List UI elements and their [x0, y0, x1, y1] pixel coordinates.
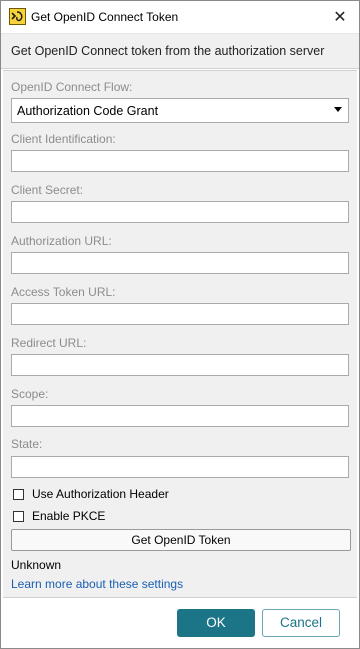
close-icon: ✕ — [333, 9, 347, 26]
flow-select-value: Authorization Code Grant — [17, 104, 159, 118]
access-token-url-label: Access Token URL: — [11, 285, 116, 299]
dropdown-arrow-icon — [334, 107, 342, 112]
scope-field[interactable] — [11, 405, 349, 427]
dialog-description-bar: Get OpenID Connect token from the author… — [1, 33, 359, 69]
access-token-url-field[interactable] — [11, 303, 349, 325]
close-button[interactable]: ✕ — [327, 5, 353, 29]
enable-pkce-option[interactable]: Enable PKCE — [13, 508, 105, 524]
settings-panel: OpenID Connect Flow: Authorization Code … — [3, 70, 357, 598]
get-openid-token-button[interactable]: Get OpenID Token — [11, 529, 351, 551]
token-status: Unknown — [11, 558, 62, 572]
flow-select[interactable]: Authorization Code Grant — [11, 98, 349, 123]
use-auth-header-label: Use Authorization Header — [32, 487, 169, 501]
client-id-label: Client Identification: — [11, 132, 116, 146]
client-secret-label: Client Secret: — [11, 183, 84, 197]
use-auth-header-option[interactable]: Use Authorization Header — [13, 486, 169, 502]
redirect-url-label: Redirect URL: — [11, 336, 87, 350]
state-label: State: — [11, 437, 43, 451]
use-auth-header-checkbox[interactable] — [13, 488, 24, 500]
ok-button[interactable]: OK — [177, 609, 255, 637]
title-bar: Get OpenID Connect Token ✕ — [1, 1, 359, 33]
scope-label: Scope: — [11, 387, 49, 401]
flow-label: OpenID Connect Flow: — [11, 80, 133, 94]
state-field[interactable] — [11, 456, 349, 478]
learn-more-link[interactable]: Learn more about these settings — [11, 577, 183, 591]
app-logo-icon — [9, 8, 26, 25]
client-secret-field[interactable] — [11, 201, 349, 223]
client-id-field[interactable] — [11, 150, 349, 172]
auth-url-label: Authorization URL: — [11, 234, 112, 248]
enable-pkce-checkbox[interactable] — [13, 510, 24, 522]
window-title: Get OpenID Connect Token — [31, 10, 179, 24]
auth-url-field[interactable] — [11, 252, 349, 274]
dialog-description: Get OpenID Connect token from the author… — [11, 44, 325, 58]
dialog-window: Get OpenID Connect Token ✕ Get OpenID Co… — [0, 0, 360, 649]
redirect-url-field[interactable] — [11, 354, 349, 376]
enable-pkce-label: Enable PKCE — [32, 509, 106, 523]
cancel-button[interactable]: Cancel — [262, 609, 340, 637]
